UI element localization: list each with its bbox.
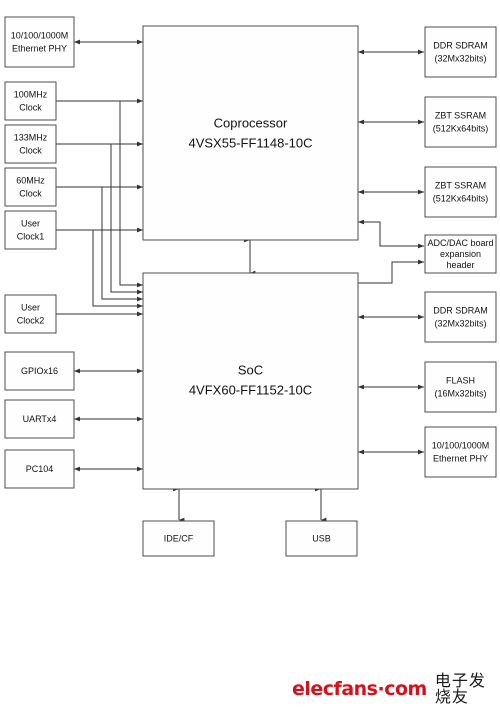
block-label-line1: FLASH	[446, 375, 475, 385]
block-ddr-sdram-bottom[interactable]: DDR SDRAM (32Mx32bits)	[424, 291, 497, 343]
block-clk-60mhz[interactable]: 60MHz Clock	[4, 167, 57, 207]
coprocessor-label-line2: 4VSX55-FF1148-10C	[188, 135, 312, 150]
block-flash[interactable]: FLASH (16Mx32bits)	[424, 361, 497, 413]
block-label-line2: (512Kx64bits)	[433, 193, 489, 203]
block-gpio[interactable]: GPIOx16	[4, 351, 75, 391]
block-label-line1: GPIOx16	[21, 366, 58, 376]
block-soc[interactable]: SoC 4VFX60-FF1152-10C	[142, 272, 359, 490]
block-adc-dac-header[interactable]: ADC/DAC board expansion header	[424, 234, 497, 274]
block-label-line3: header	[446, 260, 474, 270]
left-block-column: 10/100/1000M Ethernet PHY 100MHz Clock 1…	[4, 16, 75, 489]
block-label-line1: DDR SDRAM	[433, 305, 488, 315]
block-label-line2: expansion	[440, 249, 481, 259]
block-clk-user2[interactable]: User Clock2	[4, 294, 57, 334]
block-label-line1: 133MHz	[14, 132, 48, 142]
bottom-block-row: IDE/CF USB	[142, 520, 358, 557]
wire-clk100-soc	[119, 101, 143, 288]
block-label-line2: Ethernet PHY	[433, 453, 488, 463]
block-label-line1: DDR SDRAM	[433, 40, 488, 50]
block-label-line2: Ethernet PHY	[12, 43, 67, 53]
soc-label-line2: 4VFX60-FF1152-10C	[189, 382, 312, 397]
block-label-line1: 100MHz	[14, 89, 48, 99]
block-clk-100mhz[interactable]: 100MHz Clock	[4, 81, 57, 121]
block-pc104[interactable]: PC104	[4, 449, 75, 489]
block-diagram-canvas: 10/100/1000M Ethernet PHY 100MHz Clock 1…	[4, 16, 497, 557]
block-label-line1: USB	[312, 533, 331, 543]
soc-label-line1: SoC	[238, 362, 263, 377]
block-label-line1: ADC/DAC board	[427, 238, 493, 248]
block-clk-133mhz[interactable]: 133MHz Clock	[4, 124, 57, 164]
block-label-line2: (32Mx32bits)	[434, 53, 486, 63]
coprocessor-label-line1: Coprocessor	[214, 115, 288, 130]
wire-clk60-soc	[101, 187, 143, 302]
block-label-line1: ZBT SSRAM	[435, 180, 486, 190]
block-eth-phy-bottom[interactable]: 10/100/1000M Ethernet PHY	[424, 426, 497, 478]
block-uart[interactable]: UARTx4	[4, 399, 75, 439]
watermark-chinese-text: 电子发烧友	[434, 671, 486, 706]
block-label-line1: UARTx4	[23, 414, 57, 424]
block-zbt-ssram-1[interactable]: ZBT SSRAM (512Kx64bits)	[424, 96, 497, 148]
block-label-line2: Clock	[19, 188, 42, 198]
wire-clk133-soc	[110, 144, 143, 295]
block-label-line1: User	[21, 218, 40, 228]
block-clk-user1[interactable]: User Clock1	[4, 210, 57, 250]
block-label-line1: User	[21, 302, 40, 312]
block-label-line2: Clock1	[17, 231, 45, 241]
block-label-line1: 10/100/1000M	[432, 440, 490, 450]
block-ide-cf[interactable]: IDE/CF	[142, 520, 215, 557]
block-usb[interactable]: USB	[285, 520, 358, 557]
block-label-line2: Clock	[19, 102, 42, 112]
block-label-line1: 60MHz	[16, 175, 45, 185]
block-ddr-sdram-top[interactable]: DDR SDRAM (32Mx32bits)	[424, 26, 497, 78]
wire-coprocessor-adcdac	[358, 219, 424, 249]
right-block-column: DDR SDRAM (32Mx32bits) ZBT SSRAM (512Kx6…	[424, 26, 497, 478]
block-label-line1: IDE/CF	[164, 533, 194, 543]
block-label-line2: (512Kx64bits)	[433, 123, 489, 133]
block-label-line1: 10/100/1000M	[11, 30, 69, 40]
block-label-line2: (32Mx32bits)	[434, 318, 486, 328]
block-label-line1: PC104	[26, 464, 54, 474]
watermark: elecfans·com 电子发烧友	[292, 671, 492, 706]
block-coprocessor[interactable]: Coprocessor 4VSX55-FF1148-10C	[142, 25, 359, 241]
block-label-line2: Clock	[19, 145, 42, 155]
block-label-line2: Clock2	[17, 315, 45, 325]
block-zbt-ssram-2[interactable]: ZBT SSRAM (512Kx64bits)	[424, 166, 497, 218]
watermark-latin-text: elecfans·com	[292, 677, 427, 700]
block-eth-phy-top[interactable]: 10/100/1000M Ethernet PHY	[4, 16, 75, 68]
block-label-line2: (16Mx32bits)	[434, 388, 486, 398]
wire-userclk1-soc	[92, 230, 143, 309]
block-label-line1: ZBT SSRAM	[435, 110, 486, 120]
wire-soc-adcdac	[358, 259, 424, 284]
